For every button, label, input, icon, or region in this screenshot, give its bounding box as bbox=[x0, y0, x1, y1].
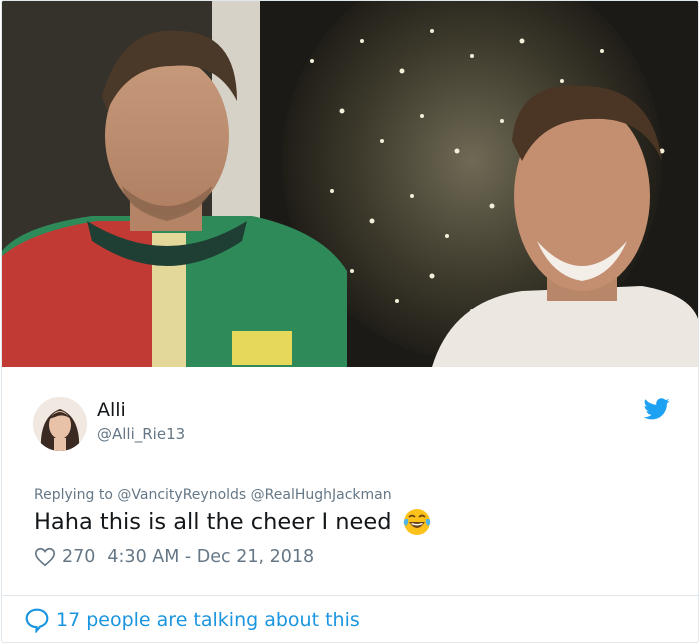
mention-link[interactable]: @RealHughJackman bbox=[251, 487, 392, 503]
tweet-card[interactable]: Alli @Alli_Rie13 Replying to @VancityRey… bbox=[1, 0, 699, 643]
divider bbox=[2, 595, 698, 596]
avatar[interactable] bbox=[33, 397, 87, 451]
twitter-bird-icon[interactable] bbox=[643, 398, 670, 420]
like-count[interactable]: 270 bbox=[62, 547, 95, 567]
display-name[interactable]: Alli bbox=[97, 399, 126, 421]
replying-to: Replying to @VancityReynolds @RealHughJa… bbox=[34, 487, 392, 503]
talking-text[interactable]: 17 people are talking about this bbox=[56, 609, 360, 631]
conversation-link[interactable]: 17 people are talking about this bbox=[24, 607, 360, 634]
tweet-meta: 270 4:30 AM - Dec 21, 2018 bbox=[34, 544, 314, 570]
heart-icon[interactable] bbox=[34, 546, 56, 568]
timestamp[interactable]: 4:30 AM - Dec 21, 2018 bbox=[107, 547, 314, 567]
photo-illustration bbox=[2, 1, 698, 367]
speech-bubble-icon bbox=[24, 607, 50, 634]
user-handle[interactable]: @Alli_Rie13 bbox=[97, 425, 185, 443]
face-with-tears-of-joy-icon bbox=[402, 507, 432, 537]
tweet-text: Haha this is all the cheer I need bbox=[34, 507, 432, 537]
tweet-photo[interactable] bbox=[2, 1, 698, 367]
avatar-image bbox=[33, 397, 87, 451]
mention-link[interactable]: @VancityReynolds bbox=[117, 487, 246, 503]
tweet-text-content: Haha this is all the cheer I need bbox=[34, 509, 392, 535]
replying-label: Replying to bbox=[34, 487, 113, 503]
